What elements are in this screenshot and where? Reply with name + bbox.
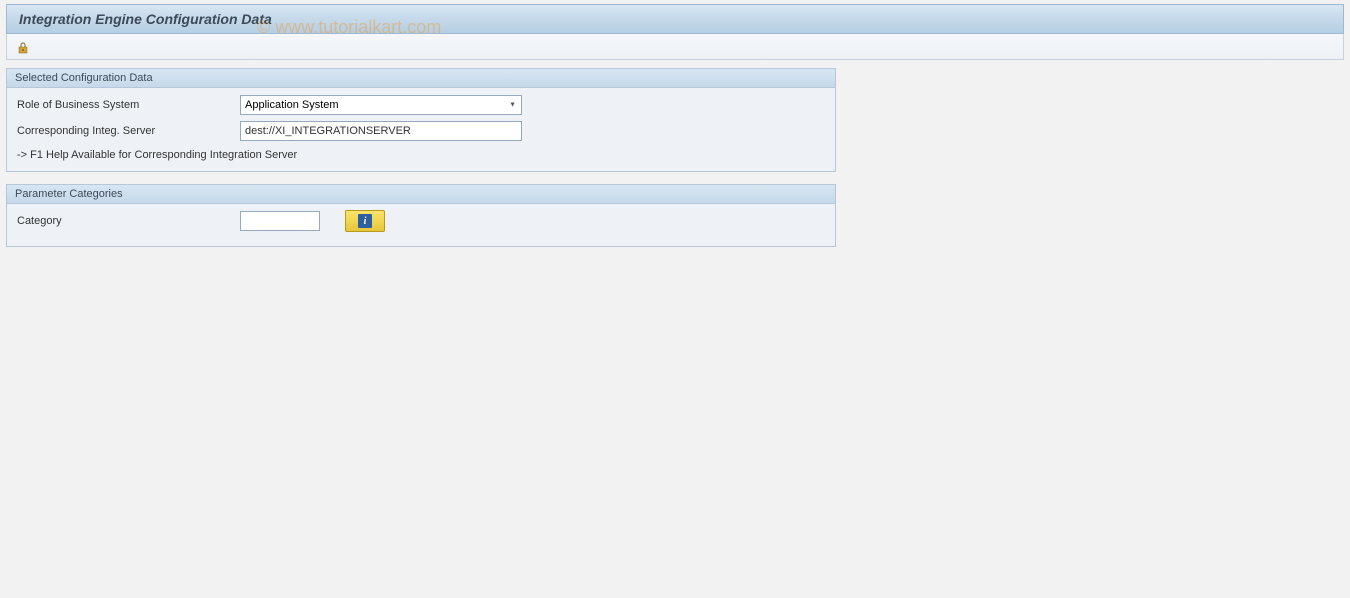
selected-config-body: Role of Business System Application Syst… — [7, 88, 835, 171]
application-toolbar — [6, 34, 1344, 60]
parameter-categories-panel: Parameter Categories Category i — [6, 184, 836, 247]
info-button[interactable]: i — [345, 210, 385, 232]
role-select-wrapper: Application System — [240, 95, 522, 115]
f1-help-text: -> F1 Help Available for Corresponding I… — [15, 146, 827, 161]
server-input[interactable] — [240, 121, 522, 141]
server-label: Corresponding Integ. Server — [15, 125, 240, 137]
pencil-lock-icon — [16, 39, 32, 55]
category-row: Category i — [15, 210, 827, 232]
selected-config-panel: Selected Configuration Data Role of Busi… — [6, 68, 836, 172]
title-bar: Integration Engine Configuration Data © … — [6, 4, 1344, 34]
role-row: Role of Business System Application Syst… — [15, 94, 827, 116]
parameter-categories-body: Category i — [7, 204, 835, 246]
parameter-categories-header: Parameter Categories — [7, 185, 835, 204]
category-input[interactable] — [240, 211, 320, 231]
content-area: Selected Configuration Data Role of Busi… — [0, 68, 1350, 247]
selected-config-header: Selected Configuration Data — [7, 69, 835, 88]
info-icon: i — [358, 214, 372, 228]
category-label: Category — [15, 215, 240, 227]
toggle-display-change-button[interactable] — [15, 38, 33, 56]
role-select[interactable]: Application System — [240, 95, 522, 115]
page-title: Integration Engine Configuration Data — [19, 11, 272, 27]
role-label: Role of Business System — [15, 99, 240, 111]
server-row: Corresponding Integ. Server — [15, 120, 827, 142]
